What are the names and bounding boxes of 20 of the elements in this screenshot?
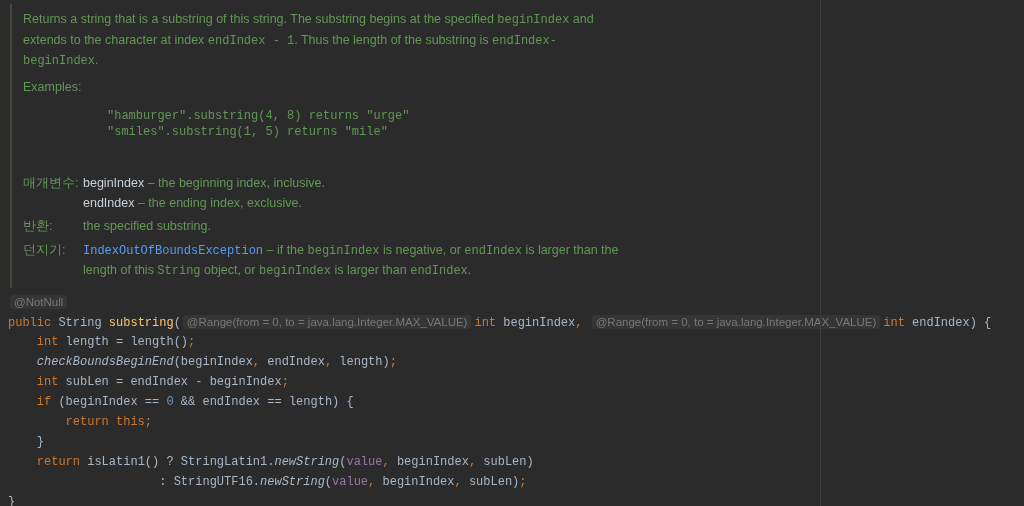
code-line: : StringUTF16.newString(value, beginIndex, subLen); (158, 473, 527, 491)
code-line: return this; (64, 413, 153, 431)
tag-description: endIndex – the ending index, exclusive. (83, 194, 303, 212)
tag-label: 던지기: (23, 242, 66, 257)
tag-label: 반환: (23, 219, 53, 234)
code-line: public String substring( @Range(from = 0, to = java.lang.Integer.MAX_VALUE) int beginIndex, @Range(from = 0, to = java.lang.Integer.MAX_VALUE) int endIndex) { (8, 313, 992, 332)
code-line: int subLen = endIndex - beginIndex; (35, 373, 289, 391)
tag-description: the specified substring. (83, 218, 212, 236)
code-line: checkBoundsBeginEnd(beginIndex, endIndex, length); (35, 353, 397, 371)
example-code: "hamburger".substring(4, 8) returns "urge" (107, 108, 410, 125)
code-line: int length = length(); (35, 333, 196, 351)
code-line: } (35, 433, 44, 451)
examples-label: Examples: (23, 78, 83, 96)
doc-description: Returns a string that is a substring of this string. The substring begins at the specified beginIndex and extends to the character at index endIndex - 1. Thus the length of the substring is endIndex-beginIndex. (23, 11, 595, 70)
example-code: "smiles".substring(1, 5) returns "mile" (107, 124, 388, 141)
tag-description: IndexOutOfBoundsException – if the beginIndex is negative, or endIndex is larger than the length of this String object, or beginIndex is larger than endIndex. (83, 241, 620, 281)
tag-description: beginIndex – the beginning index, inclusive. (83, 175, 326, 193)
code-line: return isLatin1() ? StringLatin1.newString(value, beginIndex, subLen) (35, 453, 534, 471)
tag-label: 매개변수: (23, 176, 79, 191)
code-line: if (beginIndex == 0 && endIndex == length) { (35, 393, 354, 411)
